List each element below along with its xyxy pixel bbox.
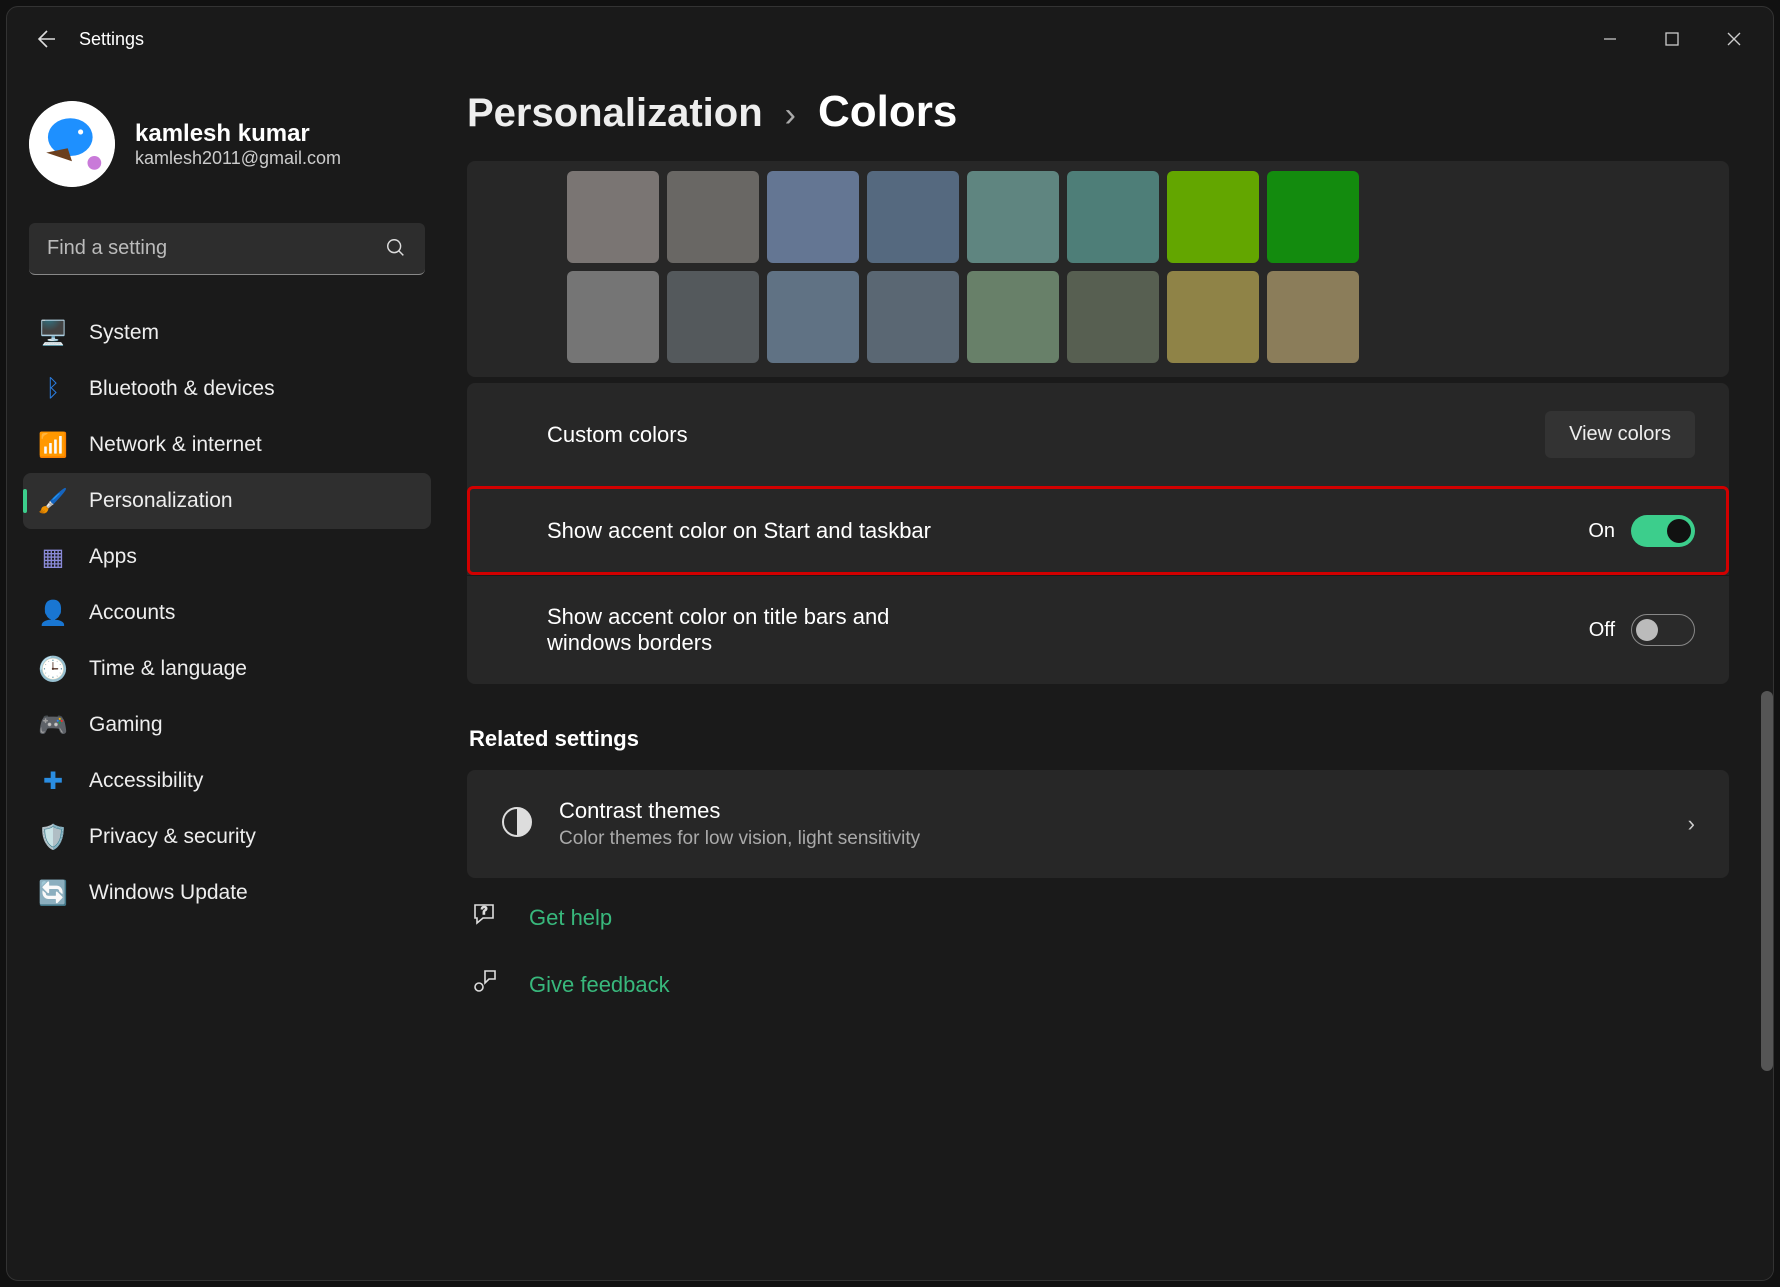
custom-colors-row: Custom colors View colors (467, 383, 1729, 486)
give-feedback-label: Give feedback (529, 972, 670, 998)
sidebar-item-time-language[interactable]: 🕒 Time & language (23, 641, 431, 697)
accent-start-toggle[interactable] (1631, 515, 1695, 547)
color-swatch[interactable] (567, 271, 659, 363)
color-swatch[interactable] (1267, 271, 1359, 363)
sidebar-item-privacy-security[interactable]: 🛡️ Privacy & security (23, 809, 431, 865)
accessibility-icon: ✚ (39, 767, 67, 795)
sidebar-item-label: System (89, 321, 159, 345)
color-swatch[interactable] (567, 171, 659, 263)
sidebar: kamlesh kumar kamlesh2011@gmail.com 🖥️ Sy… (7, 71, 447, 1280)
sidebar-item-accessibility[interactable]: ✚ Accessibility (23, 753, 431, 809)
color-swatch[interactable] (1267, 171, 1359, 263)
accent-titlebar-label: Show accent color on title bars and wind… (547, 604, 967, 656)
sidebar-item-accounts[interactable]: 👤 Accounts (23, 585, 431, 641)
avatar (29, 101, 115, 187)
sidebar-item-label: Privacy & security (89, 825, 256, 849)
search-wrapper (29, 223, 425, 275)
related-settings-header: Related settings (469, 726, 1729, 752)
accent-start-taskbar-row: Show accent color on Start and taskbar O… (467, 486, 1729, 575)
color-swatch[interactable] (667, 271, 759, 363)
sidebar-item-apps[interactable]: ▦ Apps (23, 529, 431, 585)
accent-start-state: On (1588, 520, 1615, 543)
color-swatch[interactable] (867, 271, 959, 363)
sidebar-item-label: Gaming (89, 713, 163, 737)
windows-update-icon: 🔄 (39, 879, 67, 907)
sidebar-item-label: Accessibility (89, 769, 203, 793)
accent-titlebar-row: Show accent color on title bars and wind… (467, 575, 1729, 684)
sidebar-item-label: Windows Update (89, 881, 248, 905)
breadcrumb: Personalization › Colors (467, 87, 1729, 137)
breadcrumb-parent[interactable]: Personalization (467, 91, 763, 136)
color-swatch[interactable] (1167, 271, 1259, 363)
get-help-link[interactable]: ? Get help (467, 890, 1729, 945)
get-help-label: Get help (529, 905, 612, 931)
color-swatch[interactable] (1167, 171, 1259, 263)
color-swatch[interactable] (667, 171, 759, 263)
sidebar-item-label: Time & language (89, 657, 247, 681)
search-input[interactable] (29, 223, 425, 275)
contrast-sub: Color themes for low vision, light sensi… (559, 828, 920, 850)
close-button[interactable] (1703, 15, 1765, 63)
privacy-security-icon: 🛡️ (39, 823, 67, 851)
window-controls (1579, 15, 1765, 63)
app-title: Settings (79, 29, 144, 50)
maximize-button[interactable] (1641, 15, 1703, 63)
color-swatch[interactable] (967, 171, 1059, 263)
sidebar-item-label: Apps (89, 545, 137, 569)
accent-titlebar-toggle[interactable] (1631, 614, 1695, 646)
chevron-right-icon: › (785, 96, 796, 135)
feedback-icon (471, 967, 501, 1002)
accent-titlebar-state: Off (1589, 619, 1615, 642)
vertical-scrollbar[interactable] (1761, 71, 1773, 1280)
apps-icon: ▦ (39, 543, 67, 571)
profile-name: kamlesh kumar (135, 120, 341, 148)
chevron-right-icon: › (1688, 811, 1695, 837)
gaming-icon: 🎮 (39, 711, 67, 739)
sidebar-item-gaming[interactable]: 🎮 Gaming (23, 697, 431, 753)
search-icon (385, 237, 407, 265)
profile-block[interactable]: kamlesh kumar kamlesh2011@gmail.com (23, 89, 431, 209)
network-internet-icon: 📶 (39, 431, 67, 459)
settings-panel: Custom colors View colors Show accent co… (467, 383, 1729, 684)
back-button[interactable] (15, 27, 75, 51)
system-icon: 🖥️ (39, 319, 67, 347)
color-swatch[interactable] (1067, 271, 1159, 363)
sidebar-item-label: Bluetooth & devices (89, 377, 275, 401)
contrast-icon (499, 804, 535, 845)
give-feedback-link[interactable]: Give feedback (467, 957, 1729, 1012)
contrast-title: Contrast themes (559, 798, 920, 824)
titlebar: Settings (7, 7, 1773, 71)
sidebar-item-bluetooth-devices[interactable]: ᛒ Bluetooth & devices (23, 361, 431, 417)
color-swatch[interactable] (867, 171, 959, 263)
help-icon: ? (471, 900, 501, 935)
sidebar-item-system[interactable]: 🖥️ System (23, 305, 431, 361)
color-swatch[interactable] (767, 171, 859, 263)
sidebar-item-personalization[interactable]: 🖌️ Personalization (23, 473, 431, 529)
color-swatch-panel (467, 161, 1729, 377)
bluetooth-devices-icon: ᛒ (39, 375, 67, 403)
view-colors-button[interactable]: View colors (1545, 411, 1695, 458)
personalization-icon: 🖌️ (39, 487, 67, 515)
color-swatch[interactable] (1067, 171, 1159, 263)
minimize-button[interactable] (1579, 15, 1641, 63)
main-content: Personalization › Colors Custom colors V… (447, 71, 1773, 1280)
time-language-icon: 🕒 (39, 655, 67, 683)
accent-start-taskbar-label: Show accent color on Start and taskbar (547, 518, 931, 544)
color-swatch[interactable] (767, 271, 859, 363)
sidebar-item-windows-update[interactable]: 🔄 Windows Update (23, 865, 431, 921)
profile-email: kamlesh2011@gmail.com (135, 148, 341, 169)
breadcrumb-current: Colors (818, 87, 957, 137)
settings-window: Settings kamlesh kumar kamlesh2011@gmail… (6, 6, 1774, 1281)
sidebar-item-label: Network & internet (89, 433, 262, 457)
sidebar-item-network-internet[interactable]: 📶 Network & internet (23, 417, 431, 473)
color-swatch[interactable] (967, 271, 1059, 363)
sidebar-item-label: Personalization (89, 489, 233, 513)
svg-text:?: ? (481, 905, 487, 917)
custom-colors-label: Custom colors (547, 422, 688, 448)
accounts-icon: 👤 (39, 599, 67, 627)
contrast-themes-row[interactable]: Contrast themes Color themes for low vis… (467, 770, 1729, 878)
sidebar-item-label: Accounts (89, 601, 175, 625)
